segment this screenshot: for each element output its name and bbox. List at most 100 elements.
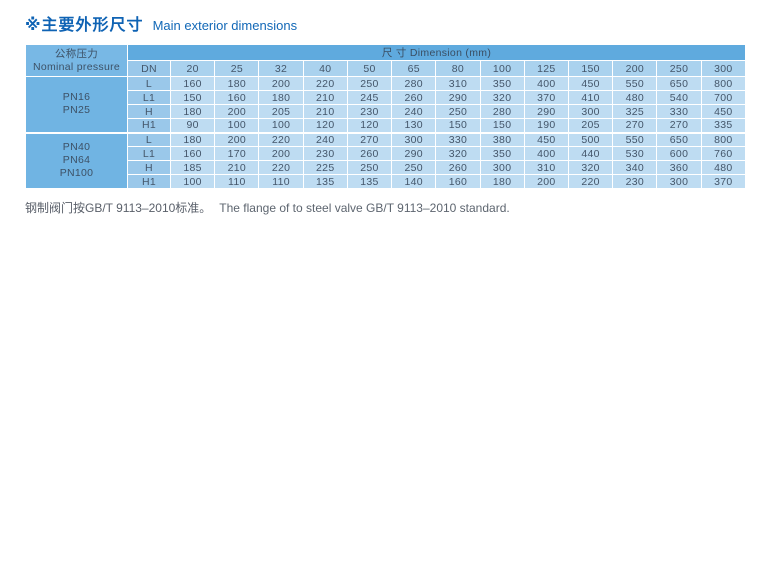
table-cell: 220 xyxy=(567,174,614,189)
pressure-line: PN64 xyxy=(62,154,91,167)
dn-header-row: DN 20 25 32 40 50 65 80 100 125 150 200 250 300 xyxy=(26,60,747,77)
table-cell: 100 xyxy=(169,174,216,189)
table-cell: 330 xyxy=(435,131,481,147)
section-title: ※主要外形尺寸 Main exterior dimensions xyxy=(25,11,746,37)
table-cell: 150 xyxy=(479,118,525,133)
table-cell: 290 xyxy=(391,146,437,161)
table-cell: 200 xyxy=(612,60,658,77)
table-cell: 200 xyxy=(258,76,304,91)
table-cell: 135 xyxy=(302,174,348,189)
catalog-page: ※主要外形尺寸 Main exterior dimensions 公称压力 Nom… xyxy=(0,0,778,588)
table-cell: 130 xyxy=(391,118,437,133)
table-cell: 260 xyxy=(435,160,481,175)
table-cell: 335 xyxy=(700,118,747,133)
table-cell: 650 xyxy=(656,76,702,91)
row-label-cell: L1 xyxy=(127,90,171,105)
table-cell: 400 xyxy=(523,76,569,91)
table-cell: 320 xyxy=(567,160,614,175)
table-row: H1 90 100 100 120 120 130 150 150 190 205 270 270 33… xyxy=(26,118,747,133)
table-cell: 600 xyxy=(656,146,702,161)
table-cell: 160 xyxy=(169,146,216,161)
table-cell: 160 xyxy=(169,76,216,91)
pressure-line: PN40 xyxy=(62,141,91,154)
pressure-header-en: Nominal pressure xyxy=(32,60,121,73)
table-cell: 125 xyxy=(523,60,569,77)
table-cell: 300 xyxy=(656,174,702,189)
table-cell: 120 xyxy=(302,118,348,133)
row-label-cell: L xyxy=(127,131,171,147)
table-cell: 220 xyxy=(258,131,304,147)
table-cell: 370 xyxy=(700,174,747,189)
table-cell: 540 xyxy=(656,90,702,105)
footnote-zh: 钢制阀门按GB/T 9113–2010标准。 xyxy=(25,201,212,215)
table-cell: 300 xyxy=(700,60,747,77)
table-cell: 400 xyxy=(523,146,569,161)
table-cell: 160 xyxy=(435,174,481,189)
table-row: L1 160 170 200 230 260 290 320 350 400 440 530 600 7… xyxy=(26,146,747,161)
table-cell: 135 xyxy=(346,174,393,189)
table-cell: 150 xyxy=(169,90,216,105)
table-cell: 245 xyxy=(346,90,393,105)
table-cell: 300 xyxy=(479,160,525,175)
table-cell: 180 xyxy=(479,174,525,189)
pressure-line: PN16 xyxy=(62,91,91,104)
pressure-line: PN25 xyxy=(62,104,91,117)
table-cell: 110 xyxy=(214,174,260,189)
row-label-cell: H xyxy=(127,160,171,175)
table-cell: 410 xyxy=(567,90,614,105)
table-cell: 32 xyxy=(258,60,304,77)
table-cell: 200 xyxy=(214,104,260,119)
table-row: PN40 PN64 PN100 L 180 200 220 240 270 300 330 3… xyxy=(25,131,747,189)
table-cell: 240 xyxy=(391,104,437,119)
table-cell: 280 xyxy=(479,104,525,119)
table-cell: 800 xyxy=(700,76,747,91)
table-cell: 210 xyxy=(302,90,348,105)
table-cell: 170 xyxy=(214,146,260,161)
table-cell: 240 xyxy=(302,131,348,147)
row-label-cell: H1 xyxy=(127,174,171,189)
pressure-group-cell: PN40 PN64 PN100 xyxy=(25,131,128,189)
table-cell: 200 xyxy=(258,146,304,161)
table-cell: 230 xyxy=(612,174,658,189)
table-cell: 100 xyxy=(258,118,304,133)
table-cell: 310 xyxy=(523,160,569,175)
table-cell: 370 xyxy=(523,90,569,105)
table-cell: 25 xyxy=(214,60,260,77)
table-row: H 185 210 220 225 250 250 260 300 310 320 340 360 48… xyxy=(26,160,747,175)
table-cell: 50 xyxy=(346,60,393,77)
pressure-header-cell: 公称压力 Nominal pressure xyxy=(25,44,128,77)
row-label-cell: L xyxy=(127,76,171,91)
table-cell: 250 xyxy=(391,160,437,175)
table-cell: 200 xyxy=(214,131,260,147)
section-title-en: Main exterior dimensions xyxy=(152,18,298,33)
pressure-line: PN100 xyxy=(59,167,94,180)
table-cell: 300 xyxy=(567,104,614,119)
table-cell: 340 xyxy=(612,160,658,175)
table-cell: 450 xyxy=(523,131,569,147)
table-cell: 225 xyxy=(302,160,348,175)
table-cell: 500 xyxy=(567,131,614,147)
table-cell: 310 xyxy=(435,76,481,91)
table-cell: 550 xyxy=(612,131,658,147)
table-cell: 650 xyxy=(656,131,702,147)
table-cell: 140 xyxy=(391,174,437,189)
table-cell: 480 xyxy=(612,90,658,105)
table-cell: 180 xyxy=(258,90,304,105)
table-cell: 250 xyxy=(435,104,481,119)
table-cell: 205 xyxy=(567,118,614,133)
table-cell: 300 xyxy=(391,131,437,147)
table-cell: 360 xyxy=(656,160,702,175)
table-cell: 450 xyxy=(567,76,614,91)
table-cell: 100 xyxy=(479,60,525,77)
row-label-cell: H1 xyxy=(127,118,171,133)
table-cell: 180 xyxy=(214,76,260,91)
table-cell: 270 xyxy=(656,118,702,133)
table-cell: 80 xyxy=(435,60,481,77)
table-cell: 350 xyxy=(479,76,525,91)
table-cell: 250 xyxy=(346,160,393,175)
table-row: L1 150 160 180 210 245 260 290 320 370 410 480 540 7… xyxy=(26,90,747,105)
table-cell: 90 xyxy=(169,118,216,133)
table-cell: 250 xyxy=(656,60,702,77)
table-cell: 330 xyxy=(656,104,702,119)
footnote-en: The flange of to steel valve GB/T 9113–2… xyxy=(219,201,510,215)
